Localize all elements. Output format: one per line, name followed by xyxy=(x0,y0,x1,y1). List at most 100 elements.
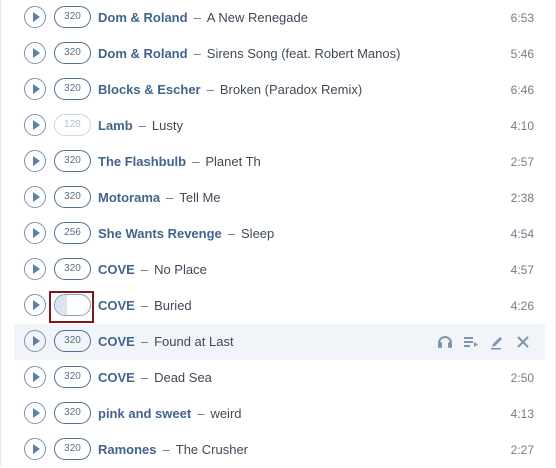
artist-link[interactable]: Motorama xyxy=(98,190,160,205)
track-row[interactable]: 256 She Wants Revenge – Sleep 4:54 xyxy=(14,216,545,252)
separator: – xyxy=(206,82,214,97)
play-button[interactable] xyxy=(24,78,46,100)
bitrate-badge: 320 xyxy=(54,42,91,64)
separator: – xyxy=(192,154,200,169)
track-row[interactable]: 320 pink and sweet – weird 4:13 xyxy=(14,396,545,432)
track-title[interactable]: Broken (Paradox Remix) xyxy=(220,82,362,97)
artist-link[interactable]: Ramones xyxy=(98,442,157,457)
separator: – xyxy=(227,226,236,241)
bitrate-badge: 320 xyxy=(54,6,91,28)
track-row[interactable]: 320 Dom & Roland – Sirens Song (feat. Robe… xyxy=(14,36,545,72)
play-button[interactable] xyxy=(24,294,46,316)
track-duration: 4:10 xyxy=(510,119,534,133)
separator: – xyxy=(140,262,149,277)
track-row-hovered[interactable]: 320 COVE – Found at Last xyxy=(14,324,545,360)
bitrate-badge: 320 xyxy=(54,150,91,172)
track-title[interactable]: weird xyxy=(210,406,241,421)
track-duration: 4:13 xyxy=(510,407,534,421)
track-row[interactable]: 320 COVE – No Place 4:57 xyxy=(14,252,545,288)
artist-link[interactable]: The Flashbulb xyxy=(98,154,186,169)
track-title[interactable]: Planet Th xyxy=(205,154,260,169)
play-button[interactable] xyxy=(24,186,46,208)
artist-link[interactable]: Blocks & Escher xyxy=(98,82,201,97)
add-to-playlist-icon[interactable] xyxy=(461,332,481,352)
track-meta: COVE – Dead Sea xyxy=(98,369,428,387)
bitrate-badge: 320 xyxy=(54,438,91,460)
edit-icon[interactable] xyxy=(487,332,507,352)
track-meta: COVE – No Place xyxy=(98,261,428,279)
track-meta: Lamb – Lusty xyxy=(98,117,428,135)
track-list-frame: 320 Dom & Roland – A New Renegade 6:53 320… xyxy=(0,0,556,466)
track-title[interactable]: Sleep xyxy=(241,226,274,241)
track-row[interactable]: 320 The Flashbulb – Planet Th 2:57 xyxy=(14,144,545,180)
play-button[interactable] xyxy=(24,6,46,28)
bitrate-badge: 320 xyxy=(54,366,91,388)
track-duration: 4:54 xyxy=(510,227,534,241)
track-duration: 2:57 xyxy=(510,155,534,169)
track-duration: 2:38 xyxy=(510,191,534,205)
bitrate-badge: 256 xyxy=(54,222,91,244)
track-row[interactable]: 320 COVE – Dead Sea 2:50 xyxy=(14,360,545,396)
bitrate-badge: 320 xyxy=(54,402,91,424)
play-button[interactable] xyxy=(24,330,46,352)
artist-link[interactable]: COVE xyxy=(98,262,135,277)
track-title[interactable]: Lusty xyxy=(152,118,183,133)
track-title[interactable]: Dead Sea xyxy=(154,370,212,385)
separator: – xyxy=(197,406,205,421)
artist-link[interactable]: COVE xyxy=(98,334,135,349)
play-button[interactable] xyxy=(24,150,46,172)
track-meta: Ramones – The Crusher xyxy=(98,441,428,459)
track-title[interactable]: Tell Me xyxy=(179,190,220,205)
track-title[interactable]: Sirens Song (feat. Robert Manos) xyxy=(207,46,401,61)
track-row-selected[interactable]: COVE – Buried 4:26 xyxy=(14,288,545,324)
track-title[interactable]: Found at Last xyxy=(154,334,234,349)
bitrate-badge: 320 xyxy=(54,186,91,208)
play-button[interactable] xyxy=(24,402,46,424)
separator: – xyxy=(193,10,201,25)
artist-link[interactable]: Lamb xyxy=(98,118,133,133)
bitrate-badge: 128 xyxy=(54,114,91,136)
artist-link[interactable]: Dom & Roland xyxy=(98,46,188,61)
track-title[interactable]: A New Renegade xyxy=(207,10,308,25)
track-title[interactable]: The Crusher xyxy=(176,442,248,457)
track-duration: 6:46 xyxy=(510,83,534,97)
artist-link[interactable]: COVE xyxy=(98,370,135,385)
track-meta: Blocks & Escher – Broken (Paradox Remix) xyxy=(98,81,428,99)
artist-link[interactable]: Dom & Roland xyxy=(98,10,188,25)
play-button[interactable] xyxy=(24,222,46,244)
track-duration: 6:53 xyxy=(510,11,534,25)
play-button[interactable] xyxy=(24,366,46,388)
play-button[interactable] xyxy=(24,114,46,136)
play-button[interactable] xyxy=(24,258,46,280)
track-duration: 2:27 xyxy=(510,443,534,457)
artist-link[interactable]: COVE xyxy=(98,298,135,313)
track-meta: pink and sweet – weird xyxy=(98,405,428,423)
track-duration: 4:57 xyxy=(510,263,534,277)
track-meta: Motorama – Tell Me xyxy=(98,189,428,207)
play-button[interactable] xyxy=(24,42,46,64)
headphones-icon[interactable] xyxy=(435,332,455,352)
track-duration: 2:50 xyxy=(510,371,534,385)
track-title[interactable]: No Place xyxy=(154,262,207,277)
track-actions xyxy=(435,332,533,352)
close-icon[interactable] xyxy=(513,332,533,352)
track-duration: 5:46 xyxy=(510,47,534,61)
track-title[interactable]: Buried xyxy=(154,298,192,313)
track-row[interactable]: 320 Ramones – The Crusher 2:27 xyxy=(14,432,545,468)
bitrate-badge: 320 xyxy=(54,258,91,280)
bitrate-badge: 320 xyxy=(54,330,91,352)
separator: – xyxy=(193,46,201,61)
track-row[interactable]: 320 Motorama – Tell Me 2:38 xyxy=(14,180,545,216)
artist-link[interactable]: She Wants Revenge xyxy=(98,226,222,241)
track-meta: She Wants Revenge – Sleep xyxy=(98,225,428,243)
track-row[interactable]: 320 Dom & Roland – A New Renegade 6:53 xyxy=(14,0,545,36)
artist-link[interactable]: pink and sweet xyxy=(98,406,191,421)
separator: – xyxy=(162,442,170,457)
track-meta: Dom & Roland – A New Renegade xyxy=(98,9,428,27)
track-row[interactable]: 320 Blocks & Escher – Broken (Paradox Remi… xyxy=(14,72,545,108)
separator: – xyxy=(140,334,149,349)
play-button[interactable] xyxy=(24,438,46,460)
separator: – xyxy=(140,370,149,385)
track-row[interactable]: 128 Lamb – Lusty 4:10 xyxy=(14,108,545,144)
selection-outline xyxy=(49,291,94,323)
